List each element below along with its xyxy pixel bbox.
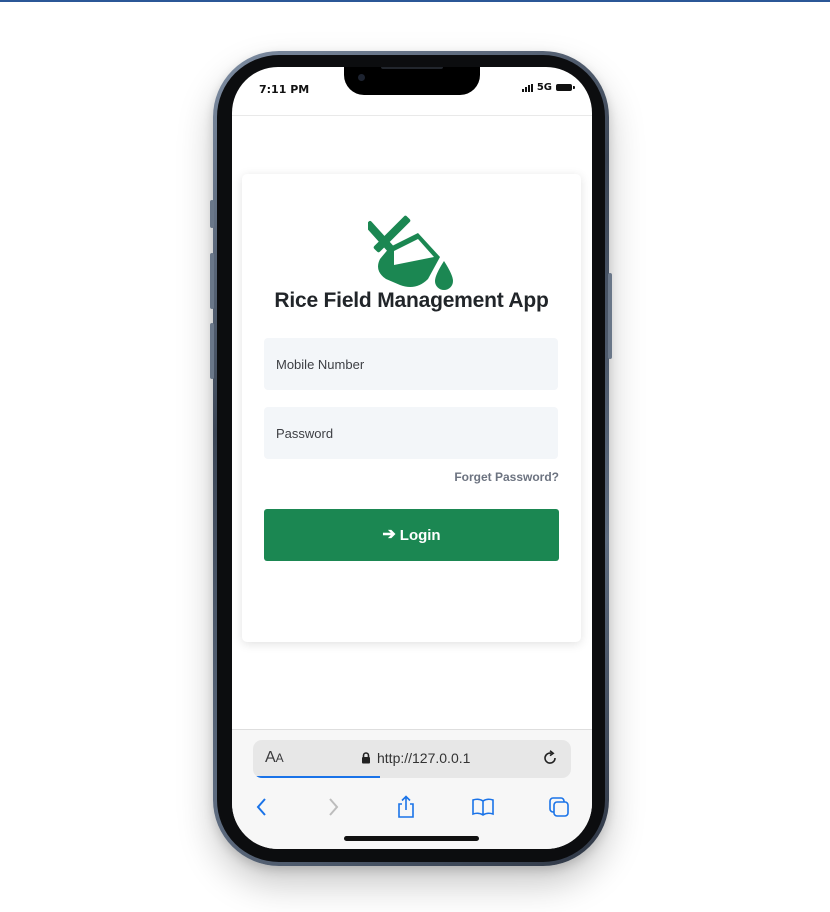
bookmarks-icon: [472, 798, 494, 816]
status-divider: [232, 115, 592, 116]
tabs-icon: [549, 797, 569, 817]
volume-down-button: [210, 323, 214, 379]
share-button[interactable]: [393, 794, 419, 820]
forward-icon: [329, 798, 339, 816]
home-indicator: [344, 836, 479, 841]
mobile-number-input[interactable]: [264, 338, 558, 390]
back-button[interactable]: [249, 794, 275, 820]
tabs-button[interactable]: [546, 794, 572, 820]
forget-password-link[interactable]: Forget Password?: [454, 470, 559, 484]
network-label: 5G: [536, 82, 552, 93]
power-button: [608, 273, 612, 359]
login-button[interactable]: ➔ Login: [264, 509, 559, 561]
volume-up-button: [210, 253, 214, 309]
share-icon: [398, 795, 414, 818]
mute-switch: [210, 200, 214, 228]
page-load-progress: [253, 776, 381, 778]
status-time: 7:11 PM: [259, 83, 310, 96]
forward-button[interactable]: [320, 794, 346, 820]
browser-toolbar: AA http://127.0.0.1: [232, 729, 592, 849]
speaker-grille: [381, 67, 443, 69]
lock-icon: [362, 752, 370, 764]
address-bar[interactable]: AA http://127.0.0.1: [253, 740, 571, 778]
camera-icon: [358, 74, 365, 81]
text-size-button[interactable]: AA: [265, 749, 284, 767]
arrow-right-icon: ➔: [382, 526, 396, 543]
app-title: Rice Field Management App: [274, 289, 549, 312]
login-card: Rice Field Management App Forget Passwor…: [242, 174, 581, 642]
back-icon: [256, 798, 266, 816]
signal-icon: [521, 83, 533, 92]
phone-screen: 7:11 PM 5G Rice Field Management App For…: [232, 67, 592, 849]
notch: [344, 67, 480, 95]
reload-icon[interactable]: [541, 749, 559, 767]
login-button-label: Login: [399, 526, 441, 544]
url-text: http://127.0.0.1: [377, 750, 471, 766]
bookmarks-button[interactable]: [470, 794, 496, 820]
battery-icon: [556, 84, 575, 91]
password-input[interactable]: [264, 407, 558, 459]
status-indicators: 5G: [521, 82, 575, 93]
page-top-border: [0, 0, 830, 2]
paint-bucket-logo-icon: [368, 215, 453, 290]
